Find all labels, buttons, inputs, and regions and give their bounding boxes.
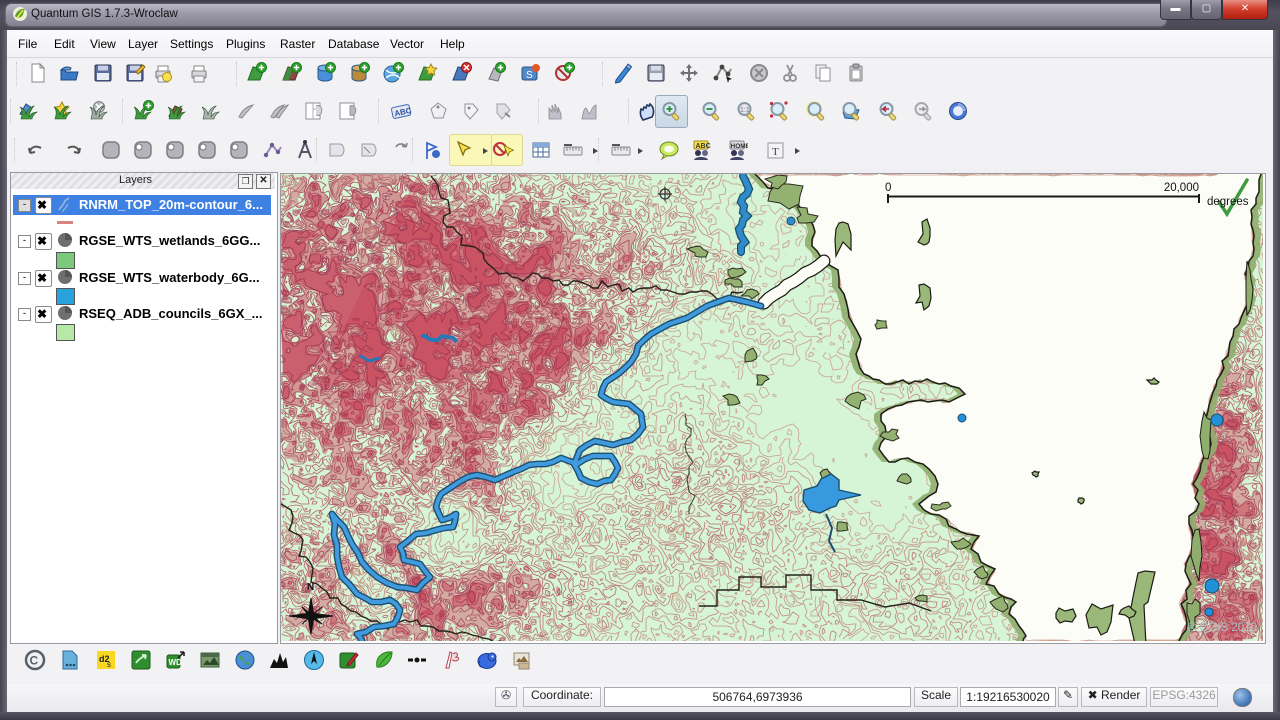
svg-text:S: S	[526, 70, 533, 81]
svg-text:s: s	[107, 660, 111, 669]
svg-text:0: 0	[885, 182, 891, 194]
svg-text:1:1: 1:1	[740, 107, 750, 114]
svg-text:C: C	[30, 654, 39, 668]
svg-text:20,000: 20,000	[1164, 182, 1199, 194]
svg-text:degrees: degrees	[1207, 196, 1249, 208]
svg-text:HOME: HOME	[731, 143, 749, 150]
svg-text:N: N	[307, 582, 314, 593]
svg-text:WD: WD	[169, 658, 183, 667]
svg-text:ABC: ABC	[696, 143, 711, 150]
svg-text:T: T	[772, 146, 779, 158]
svg-text:© QGIS 2010: © QGIS 2010	[1188, 622, 1257, 634]
